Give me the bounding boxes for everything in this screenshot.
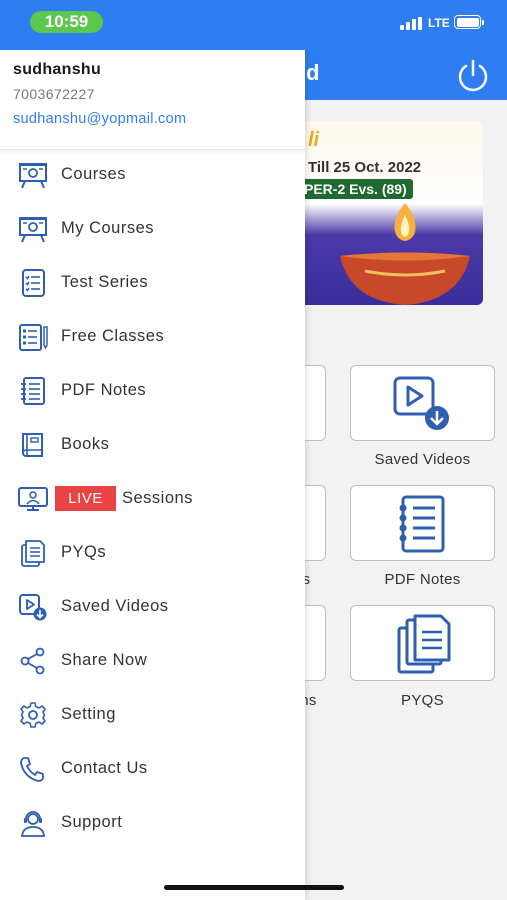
status-time: 10:59 [30, 11, 103, 33]
menu-label: Test Series [61, 273, 149, 291]
banner-title: li [308, 129, 320, 151]
home-indicator[interactable] [164, 885, 344, 890]
profile-email: sudhanshu@yopmail.com [13, 111, 187, 127]
menu-label: Sessions [122, 489, 193, 507]
menu-label: Courses [61, 165, 126, 183]
menu-item-share-now[interactable]: Share Now [0, 639, 305, 683]
diya-lamp-icon [340, 203, 470, 305]
menu-item-my-courses[interactable]: My Courses [0, 207, 305, 251]
menu-item-courses[interactable]: Courses [0, 153, 305, 197]
support-agent-icon [20, 811, 46, 837]
profile-phone: 7003672227 [13, 86, 95, 102]
menu-label: Share Now [61, 651, 148, 669]
tile-label-pdf-notes: PDF Notes [384, 571, 461, 588]
menu-label: Support [61, 813, 123, 831]
menu-label: My Courses [61, 219, 155, 237]
menu-item-pyqs[interactable]: PYQs [0, 531, 305, 575]
tile-pdf-notes[interactable] [350, 485, 495, 561]
power-icon[interactable] [454, 57, 492, 95]
menu-item-live-sessions[interactable]: LIVE Sessions [0, 477, 305, 521]
video-download-icon [393, 376, 449, 430]
menu-label: Saved Videos [61, 597, 169, 615]
banner-tag: PER-2 Evs. (89) [298, 179, 413, 199]
menu-label: PYQs [61, 543, 107, 561]
tile-pyqs[interactable] [350, 605, 495, 681]
presentation-board-icon [19, 217, 47, 243]
tile-label-saved-videos: Saved Videos [374, 451, 471, 468]
profile-header[interactable]: sudhanshu 7003672227 sudhanshu@yopmail.c… [0, 50, 305, 150]
menu-item-setting[interactable]: Setting [0, 693, 305, 737]
notebook-icon [399, 495, 445, 553]
menu-label: Free Classes [61, 327, 165, 345]
menu-label: Contact Us [61, 759, 148, 777]
menu-item-test-series[interactable]: Test Series [0, 261, 305, 305]
menu-item-pdf-notes[interactable]: PDF Notes [0, 369, 305, 413]
gear-icon [20, 702, 46, 728]
documents-icon [397, 614, 451, 674]
tile-saved-videos[interactable] [350, 365, 495, 441]
profile-name: sudhanshu [13, 61, 102, 78]
menu-label: PDF Notes [61, 381, 147, 399]
signal-icon [400, 17, 424, 30]
menu-item-contact-us[interactable]: Contact Us [0, 747, 305, 791]
banner-date: Till 25 Oct. 2022 [308, 159, 422, 176]
live-badge: LIVE [55, 486, 116, 511]
notebook-icon [21, 377, 45, 405]
notes-pencil-icon [19, 324, 48, 351]
documents-icon [21, 540, 45, 567]
checklist-icon [22, 269, 45, 297]
book-icon [22, 433, 43, 457]
menu-item-books[interactable]: Books [0, 423, 305, 467]
promo-banner[interactable]: li Till 25 Oct. 2022 PER-2 Evs. (89) [290, 121, 483, 305]
video-presenter-icon [18, 487, 48, 511]
menu-item-saved-videos[interactable]: Saved Videos [0, 585, 305, 629]
menu-item-support[interactable]: Support [0, 801, 305, 845]
menu-label: Books [61, 435, 110, 453]
share-icon [20, 647, 45, 675]
video-download-icon [19, 594, 47, 621]
navigation-drawer: sudhanshu 7003672227 sudhanshu@yopmail.c… [0, 50, 305, 900]
status-bar: 10:59 LTE [0, 0, 507, 50]
phone-icon [20, 757, 44, 782]
presentation-board-icon [19, 163, 47, 189]
tile-label-pyqs: PYQS [401, 692, 444, 709]
network-type: LTE [428, 16, 450, 30]
battery-icon [454, 15, 484, 29]
menu-label: Setting [61, 705, 116, 723]
menu-item-free-classes[interactable]: Free Classes [0, 315, 305, 359]
header-title: d [306, 60, 320, 85]
